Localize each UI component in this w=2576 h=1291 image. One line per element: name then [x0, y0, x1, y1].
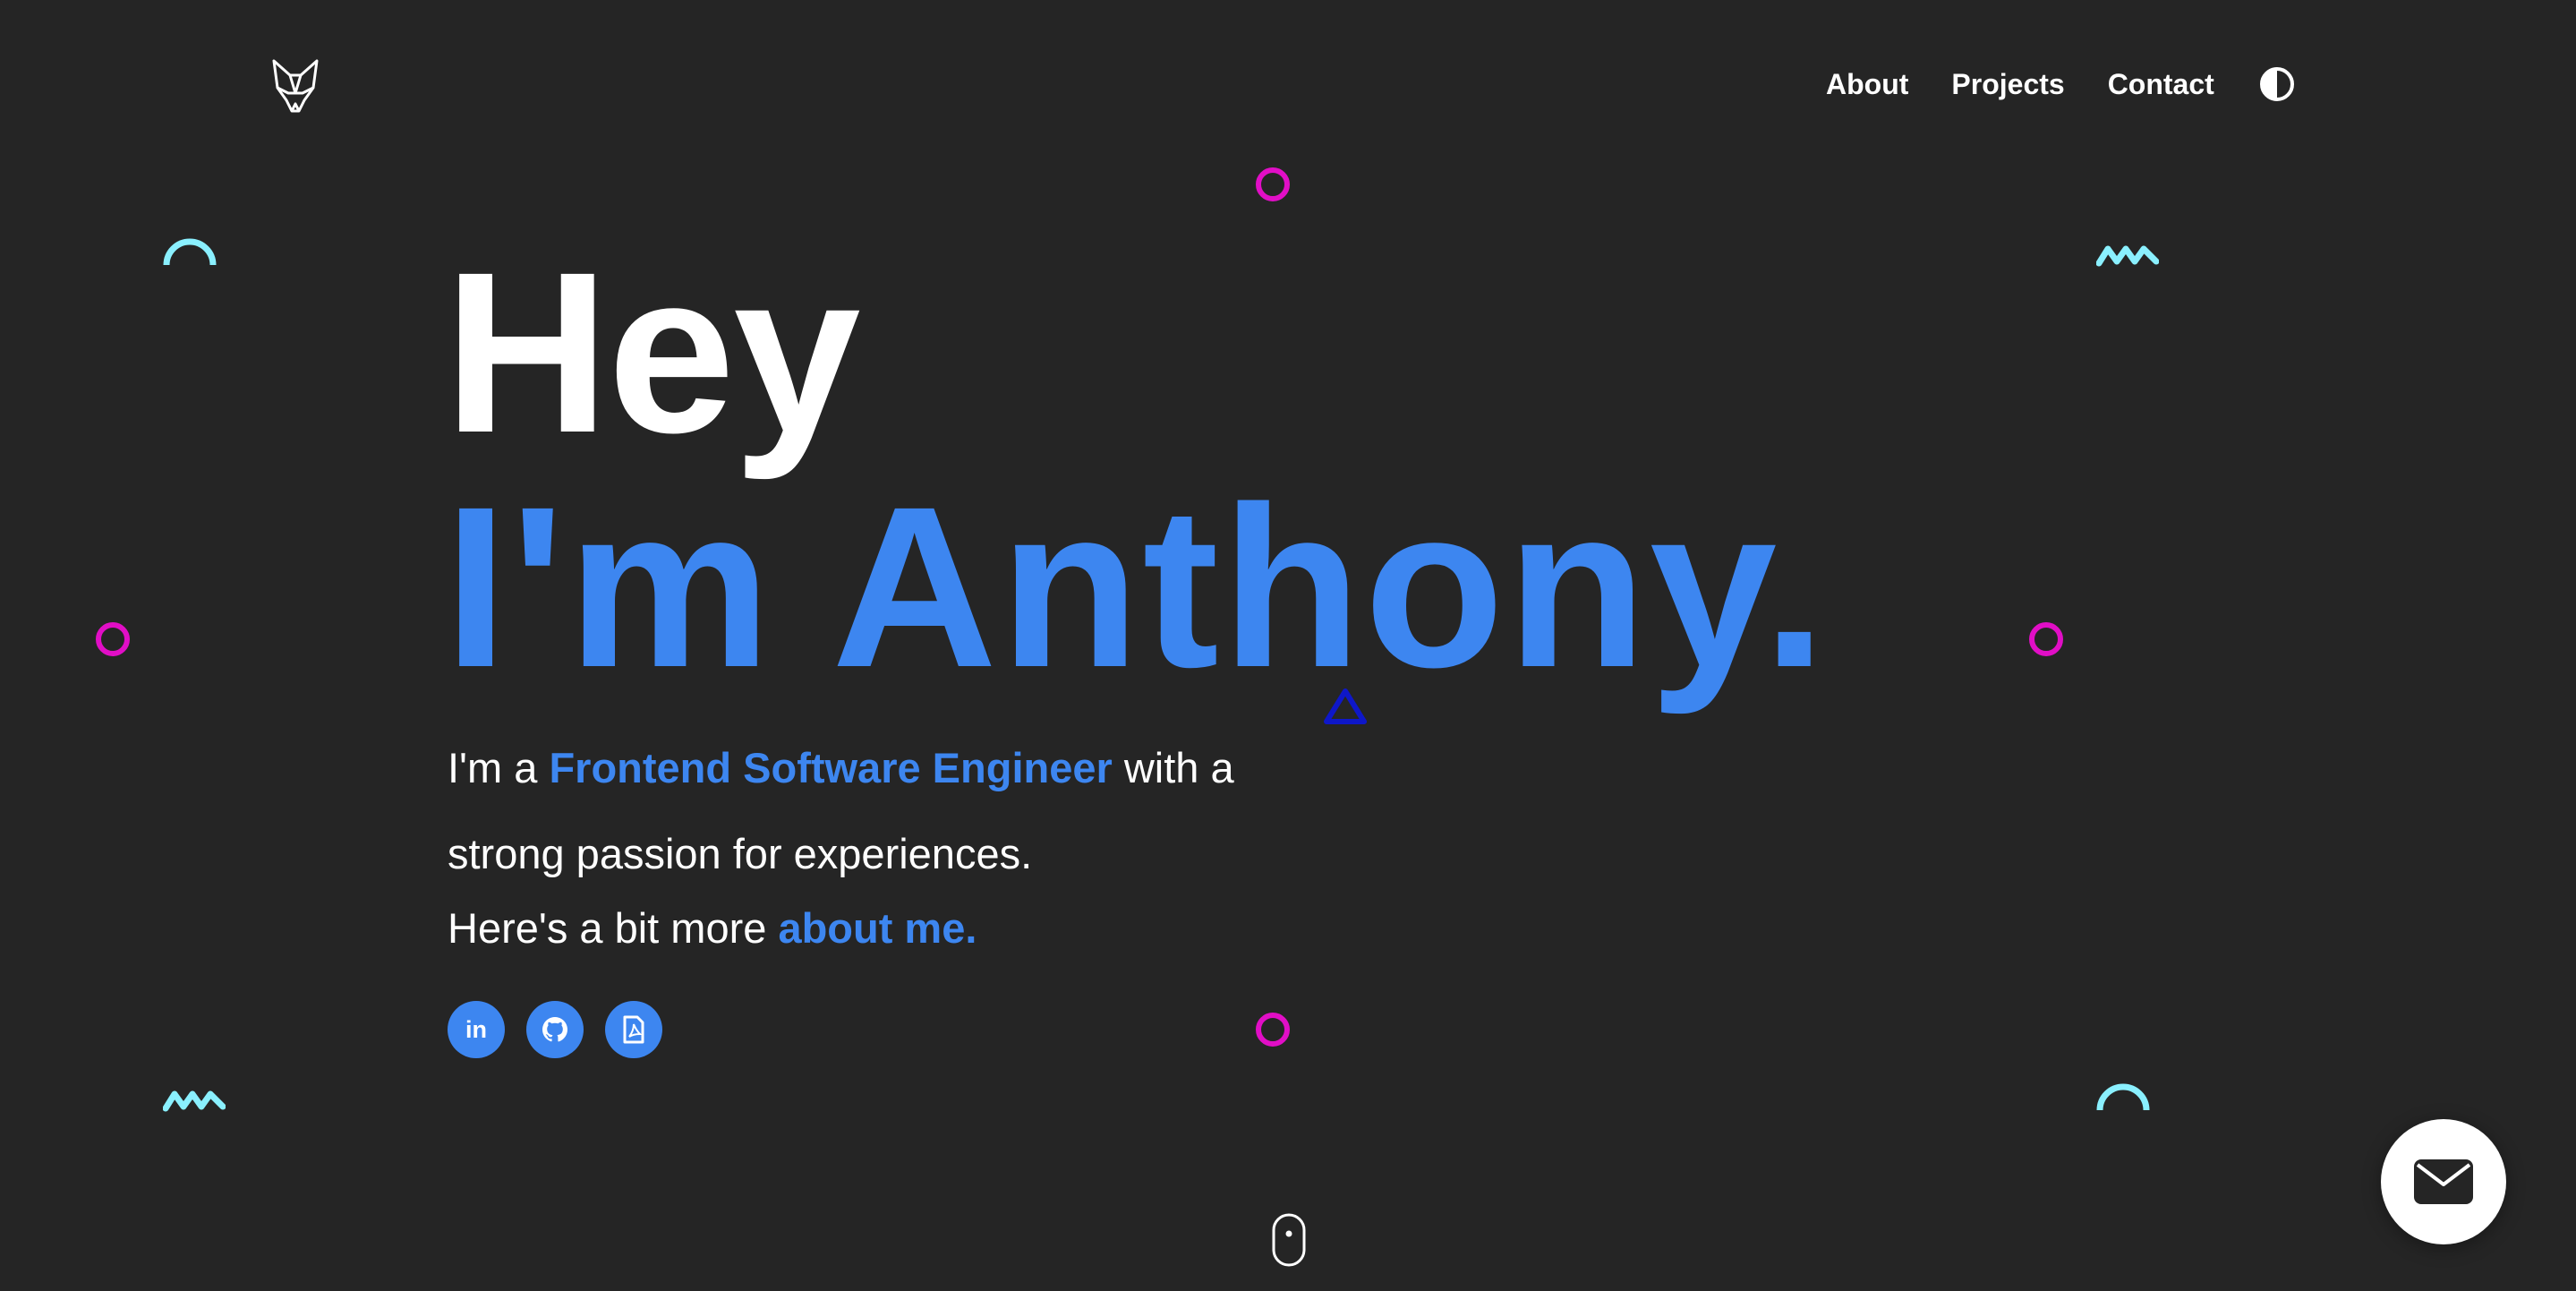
github-icon [542, 1017, 567, 1042]
nav-link-about[interactable]: About [1826, 68, 1908, 101]
contact-mail-button[interactable] [2381, 1119, 2506, 1244]
github-button[interactable] [526, 1001, 584, 1058]
top-nav: About Projects Contact [1826, 66, 2295, 102]
magenta-ring-decoration [1256, 167, 1290, 201]
envelope-icon [2414, 1159, 2473, 1204]
hero-greeting: Hey [444, 225, 861, 481]
hero-name: I'm Anthony. [444, 459, 1830, 715]
fox-icon[interactable] [269, 57, 322, 115]
linkedin-icon: in [465, 1015, 487, 1043]
intro-text: I'm a Frontend Software Engineer with a … [448, 725, 1325, 897]
pdf-resume-icon [623, 1015, 644, 1044]
nav-link-projects[interactable]: Projects [1951, 68, 2064, 101]
cyan-zigzag-decoration [163, 1090, 226, 1112]
social-links: in [448, 1001, 662, 1058]
about-line: Here's a bit more about me. [448, 897, 977, 960]
resume-button[interactable] [605, 1001, 662, 1058]
magenta-ring-decoration [96, 622, 130, 656]
role-highlight: Frontend Software Engineer [549, 744, 1113, 791]
mouse-scroll-icon[interactable] [1271, 1212, 1307, 1268]
magenta-ring-decoration [2029, 622, 2063, 656]
intro-prefix: I'm a [448, 744, 550, 791]
about-prefix: Here's a bit more [448, 904, 779, 952]
cyan-zigzag-decoration [2096, 245, 2159, 267]
cyan-arc-decoration [2096, 1083, 2150, 1111]
cyan-arc-decoration [163, 238, 217, 266]
portfolio-page: About Projects Contact Hey I'm Anthony. … [0, 0, 2576, 1291]
about-me-link[interactable]: about me. [778, 904, 977, 952]
nav-link-contact[interactable]: Contact [2108, 68, 2214, 101]
linkedin-button[interactable]: in [448, 1001, 505, 1058]
contrast-icon[interactable] [2259, 66, 2295, 102]
magenta-ring-decoration [1256, 1013, 1290, 1047]
